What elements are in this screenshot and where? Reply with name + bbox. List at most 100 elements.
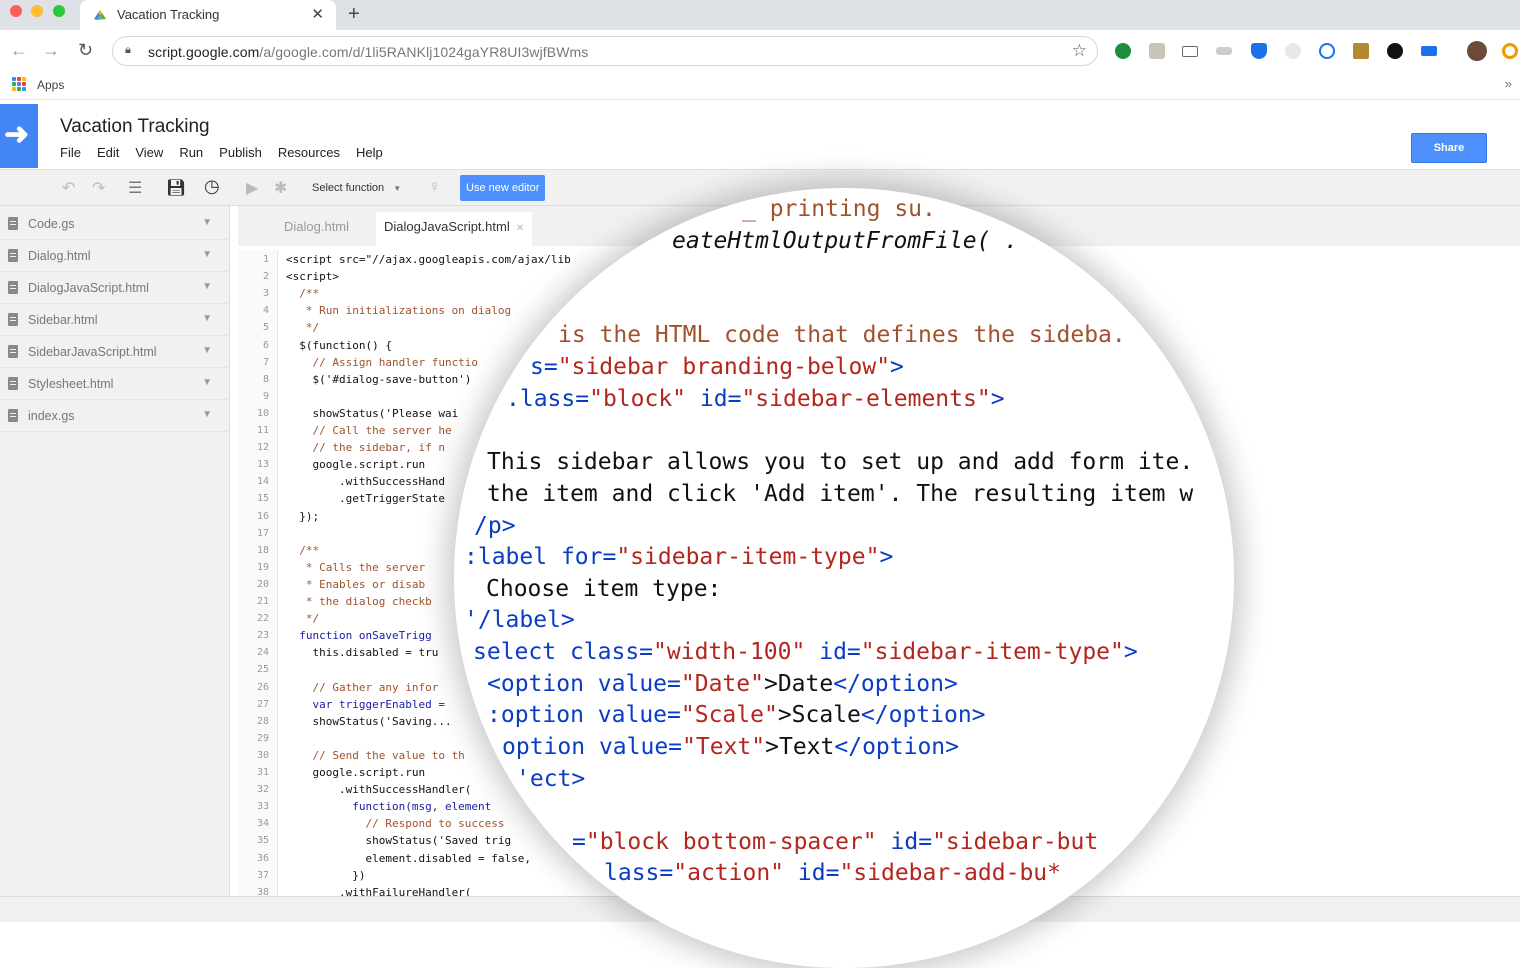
menu-help[interactable]: Help [356,145,383,160]
new-tab-plus-icon[interactable]: + [348,3,360,26]
magnified-code-line: s="sidebar branding-below"> [530,354,904,380]
chevron-down-icon[interactable]: ▼ [202,281,212,292]
chevron-down-icon[interactable]: ▼ [202,409,212,420]
file-item[interactable]: Code.gs ▼ [0,208,228,240]
shield-icon[interactable] [1251,43,1267,59]
maximize-window-button[interactable] [53,5,65,17]
line-number: 9 [262,390,269,402]
indent-icon[interactable]: ☰ [128,178,142,198]
menu-edit[interactable]: Edit [97,145,119,160]
line-number: 32 [256,784,269,796]
close-icon[interactable]: ✕ [516,223,524,234]
line-number: 8 [262,373,269,385]
minimize-window-button[interactable] [31,5,43,17]
magnified-code-line: option value="Text">Text</option> [502,734,959,760]
use-new-editor-button[interactable]: Use new editor [460,175,546,201]
tab-dialogjavascript-html[interactable]: DialogJavaScript.html ✕ [376,212,533,246]
apps-script-favicon-icon [94,10,106,20]
extension-icon[interactable] [1353,43,1369,59]
debug-bug-icon[interactable]: ✱ [274,178,287,198]
code-line: .withSuccessHandler( [286,783,472,797]
line-number: 22 [256,613,269,625]
avatar[interactable] [1467,41,1487,61]
chevron-down-icon[interactable]: ▼ [202,377,212,388]
line-number: 6 [262,339,269,351]
file-item[interactable]: index.gs ▼ [0,400,228,432]
line-number: 12 [256,442,269,454]
line-number: 15 [256,493,269,505]
clock-trigger-icon[interactable]: ◷ [204,176,220,197]
menu-run[interactable]: Run [179,145,203,160]
code-line: // Respond to success [286,817,505,831]
line-number: 20 [256,578,269,590]
browser-tab[interactable]: Vacation Tracking ✕ [80,0,336,30]
file-item[interactable]: DialogJavaScript.html ▼ [0,272,228,304]
file-name: index.gs [28,409,75,423]
lightbulb-icon[interactable]: ♀ [428,177,441,197]
line-number: 35 [256,835,269,847]
reload-icon[interactable]: ↻ [78,40,93,61]
code-line: }); [286,509,320,523]
menu-view[interactable]: View [135,145,163,160]
magnified-code-line: Choose item type: [486,576,722,602]
code-line: .withFailureHandler( [286,885,472,896]
line-number: 13 [256,459,269,471]
extension-icon[interactable] [1149,43,1165,59]
url-text: script.google.com/a/google.com/d/1li5RAN… [148,44,589,60]
code-line: * the dialog checkb [286,595,432,608]
back-arrow-icon[interactable]: ← [10,40,28,61]
extension-icon[interactable] [1319,43,1335,59]
line-number: 34 [256,818,269,830]
chevron-down-icon[interactable]: ▼ [202,249,212,260]
magnified-code-line: 'ect> [516,766,586,792]
close-window-button[interactable] [10,5,22,17]
menu-file[interactable]: File [60,145,81,160]
magnified-code-line: <option value="Date">Date</option> [487,671,958,697]
menu-publish[interactable]: Publish [219,145,262,160]
forward-arrow-icon[interactable]: → [42,40,60,61]
extension-icon[interactable] [1502,43,1518,59]
tab-dialog-html[interactable]: Dialog.html [276,212,357,246]
file-item[interactable]: Stylesheet.html ▼ [0,368,228,400]
file-name: Dialog.html [28,249,91,263]
line-number: 21 [256,596,269,607]
apps-bookmark[interactable]: Apps [37,78,64,92]
line-number: 1 [262,254,269,265]
file-item[interactable]: SidebarJavaScript.html ▼ [0,336,228,368]
file-icon [8,409,18,422]
code-line: google.script.run [286,458,426,472]
code-line: var triggerEnabled = [286,697,445,711]
bookmark-star-icon[interactable]: ☆ [1072,41,1087,61]
undo-icon[interactable]: ↶ [62,178,75,198]
code-line: // the sidebar, if n [286,441,445,455]
run-icon[interactable]: ▶ [246,178,258,198]
file-item[interactable]: Dialog.html ▼ [0,240,228,272]
redo-icon[interactable]: ↷ [92,178,105,198]
apps-script-logo[interactable]: ➜ [0,104,38,168]
magnified-code-line: select class="width-100" id="sidebar-ite… [473,639,1138,665]
line-number: 16 [256,510,269,522]
extension-icon[interactable] [1285,43,1301,59]
chevron-right-icon[interactable]: » [1505,76,1512,91]
file-icon [8,249,18,262]
address-bar[interactable]: 🔒︎ script.google.com/a/google.com/d/1li5… [112,36,1098,66]
close-icon[interactable]: ✕ [311,5,324,23]
code-line: <script src="//ajax.googleapis.com/ajax/… [286,253,571,266]
chevron-down-icon[interactable]: ▼ [202,217,212,228]
chevron-down-icon[interactable]: ▼ [202,313,212,324]
save-icon[interactable]: 💾︎ [166,178,186,198]
extension-icon[interactable] [1387,43,1403,59]
select-function-dropdown[interactable]: Select function ▼ [304,177,409,199]
extension-icon[interactable] [1115,43,1131,59]
project-title[interactable]: Vacation Tracking [60,116,210,138]
apps-script-header: ➜ Vacation Tracking File Edit View Run P… [0,104,1520,170]
line-number: 37 [256,869,269,881]
chevron-down-icon[interactable]: ▼ [202,345,212,356]
extension-icon[interactable] [1216,47,1232,55]
file-item[interactable]: Sidebar.html ▼ [0,304,228,336]
menu-resources[interactable]: Resources [278,145,340,160]
apps-grid-icon[interactable] [12,77,26,91]
share-button[interactable]: Share [1411,133,1487,163]
extension-icon[interactable] [1421,46,1437,56]
cast-icon[interactable] [1182,46,1198,57]
